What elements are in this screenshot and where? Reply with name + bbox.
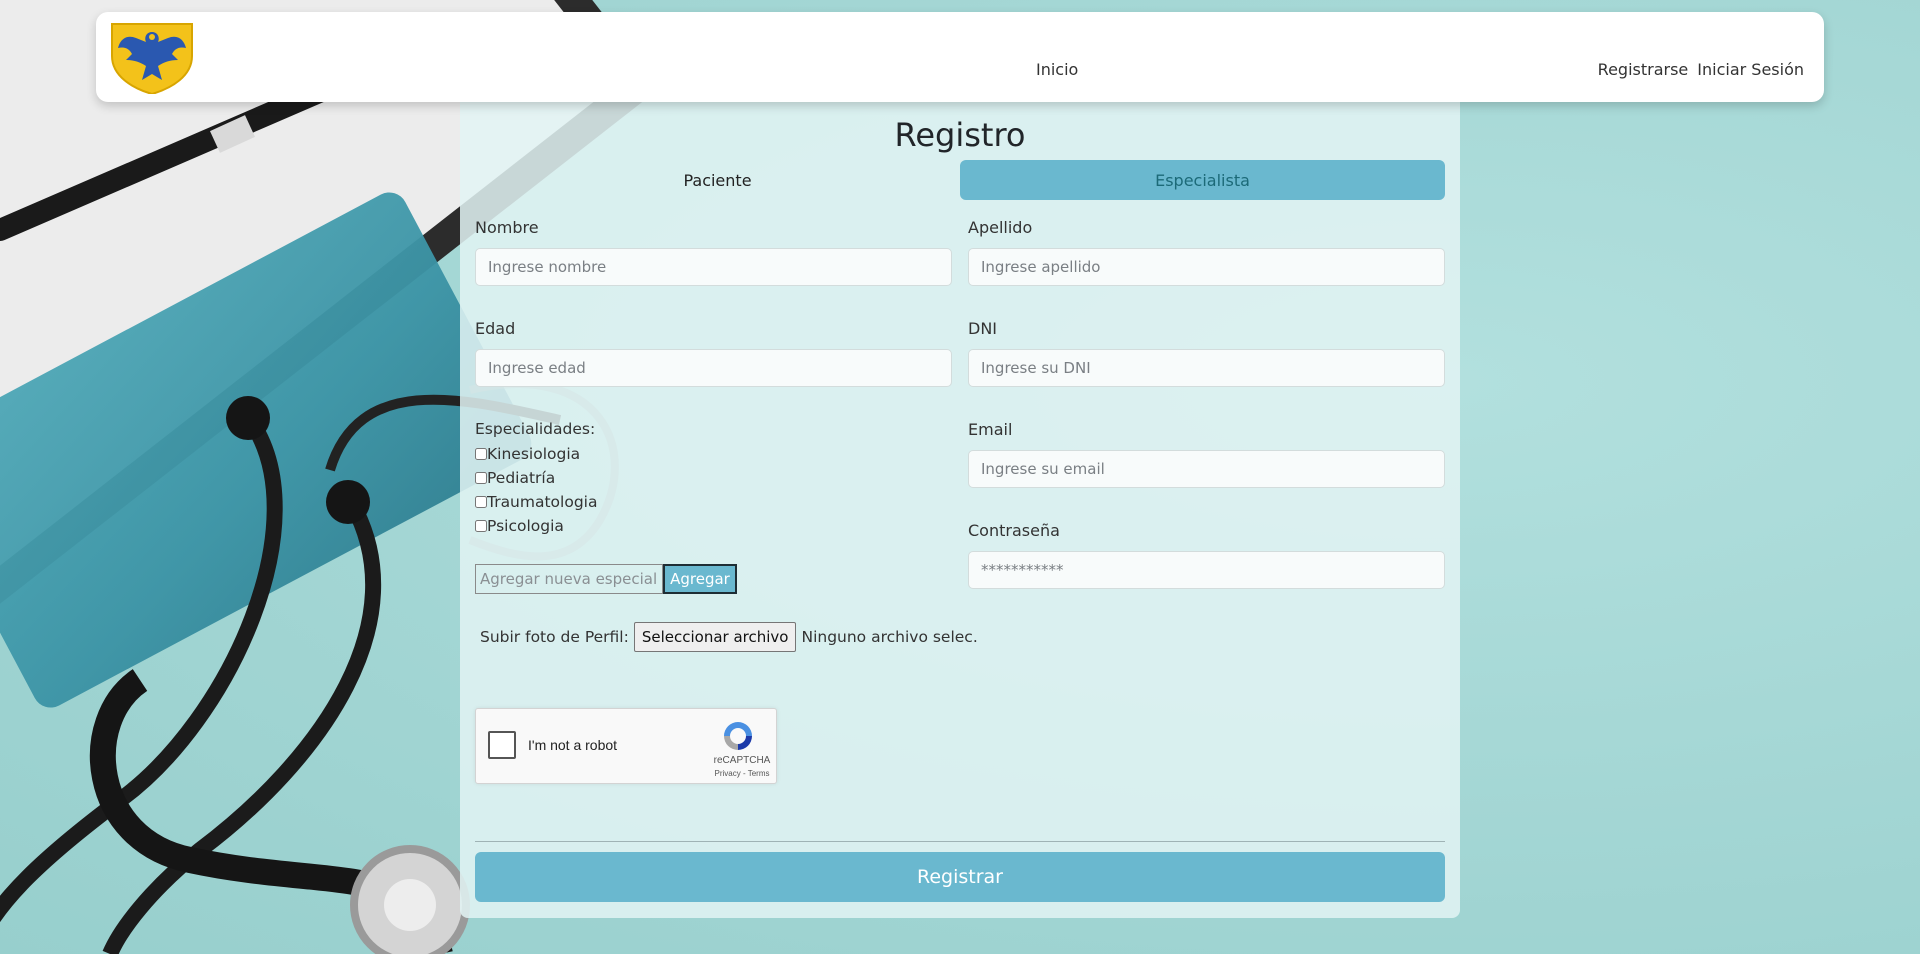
recaptcha-brand: reCAPTCHA [713, 755, 771, 766]
specialty-label: Kinesiologia [487, 445, 581, 463]
specialties-title: Especialidades: [475, 420, 596, 438]
recaptcha-links[interactable]: Privacy - Terms [706, 769, 778, 778]
add-specialty-row: Agregar [475, 564, 737, 594]
specialty-label: Traumatologia [487, 493, 598, 511]
tab-especialista[interactable]: Especialista [960, 160, 1445, 200]
specialty-checkbox-psicologia[interactable] [475, 520, 487, 532]
specialty-label: Pediatría [487, 469, 556, 487]
tab-paciente[interactable]: Paciente [475, 160, 960, 200]
recaptcha-logo-icon [724, 722, 752, 750]
dni-input[interactable] [968, 349, 1445, 387]
select-file-button[interactable]: Seleccionar archivo [633, 622, 797, 652]
register-button[interactable]: Registrar [475, 852, 1445, 902]
password-input[interactable] [968, 551, 1445, 589]
registration-form: Registro Paciente Especialista Nombre Ed… [460, 102, 1460, 918]
nombre-label: Nombre [475, 218, 539, 237]
add-specialty-button[interactable]: Agregar [663, 564, 737, 594]
specialty-item[interactable]: Pediatría [475, 466, 597, 490]
specialty-item[interactable]: Kinesiologia [475, 442, 597, 466]
specialties-list: Especialidades: Kinesiologia Pediatría T… [475, 420, 597, 538]
dni-label: DNI [968, 319, 998, 338]
file-status: Ninguno archivo selec. [801, 628, 978, 646]
nav-auth-links: Registrarse Iniciar Sesión [1598, 60, 1804, 79]
email-label: Email [968, 420, 1013, 439]
nav-link-registrarse[interactable]: Registrarse [1598, 60, 1689, 79]
recaptcha-checkbox[interactable] [488, 731, 516, 759]
email-input[interactable] [968, 450, 1445, 488]
specialty-item[interactable]: Psicologia [475, 514, 597, 538]
specialty-checkbox-pediatria[interactable] [475, 472, 487, 484]
recaptcha-label: I'm not a robot [528, 737, 618, 753]
specialty-label: Psicologia [487, 517, 564, 535]
nav-link-iniciar-sesion[interactable]: Iniciar Sesión [1697, 60, 1804, 79]
profile-photo-label: Subir foto de Perfil: [480, 628, 629, 646]
password-label: Contraseña [968, 521, 1060, 540]
page-title: Registro [894, 116, 1026, 154]
form-divider [475, 841, 1445, 842]
apellido-input[interactable] [968, 248, 1445, 286]
new-specialty-input[interactable] [475, 564, 663, 594]
edad-input[interactable] [475, 349, 952, 387]
edad-label: Edad [475, 319, 516, 338]
specialty-item[interactable]: Traumatologia [475, 490, 597, 514]
nombre-input[interactable] [475, 248, 952, 286]
nav-link-inicio[interactable]: Inicio [1036, 60, 1078, 79]
eagle-shield-logo-icon[interactable] [106, 20, 198, 94]
profile-photo-row: Subir foto de Perfil: Seleccionar archiv… [480, 622, 978, 652]
recaptcha-widget: I'm not a robot reCAPTCHA Privacy - Term… [475, 708, 777, 784]
specialty-checkbox-kinesiologia[interactable] [475, 448, 487, 460]
navbar: Inicio Registrarse Iniciar Sesión [96, 12, 1824, 102]
specialty-checkbox-traumatologia[interactable] [475, 496, 487, 508]
apellido-label: Apellido [968, 218, 1033, 237]
